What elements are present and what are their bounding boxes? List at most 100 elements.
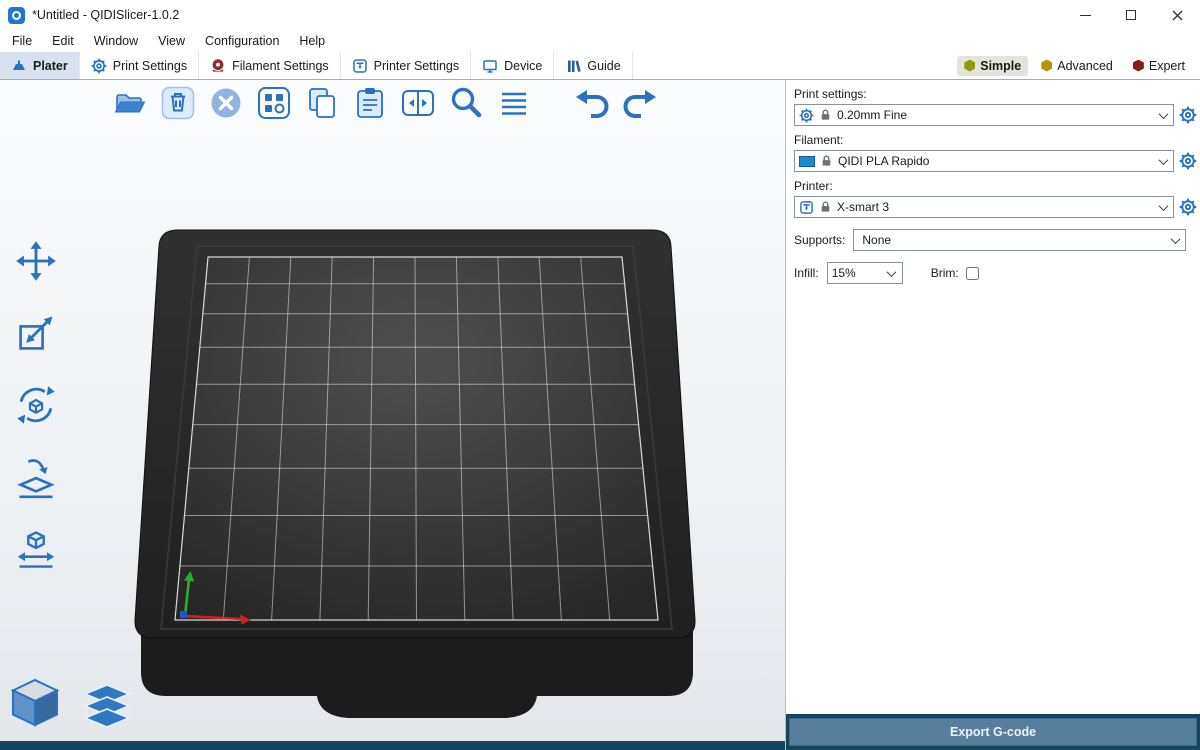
editor-view-button[interactable] [6, 675, 64, 736]
supports-value: None [862, 233, 891, 247]
view-mode-buttons [6, 675, 134, 736]
scale-button[interactable] [8, 307, 64, 359]
arrange-button[interactable] [256, 84, 292, 122]
book-icon [565, 58, 581, 74]
tab-bar: Plater Print Settings Filament Settings … [0, 52, 1200, 80]
window-title: *Untitled - QIDISlicer-1.0.2 [32, 8, 179, 22]
place-on-face-button[interactable] [8, 451, 64, 503]
close-icon [1172, 10, 1183, 21]
menu-file[interactable]: File [2, 34, 42, 48]
paste-button[interactable] [352, 84, 388, 122]
close-button[interactable] [1154, 0, 1200, 30]
split-icon [401, 86, 435, 120]
tab-label: Print Settings [113, 59, 187, 73]
place-on-face-icon [14, 455, 58, 499]
mode-label: Expert [1149, 59, 1185, 73]
tab-plater[interactable]: Plater [0, 52, 80, 79]
delete-all-icon [209, 86, 243, 120]
tab-device[interactable]: Device [471, 52, 554, 79]
undo-button[interactable] [574, 84, 610, 122]
tab-printer-settings[interactable]: Printer Settings [341, 52, 471, 79]
menu-configuration[interactable]: Configuration [195, 34, 289, 48]
open-folder-icon [113, 86, 147, 120]
printer-icon [799, 200, 814, 215]
split-button[interactable] [400, 84, 436, 122]
chevron-down-icon [1158, 155, 1168, 165]
expert-mode-icon [1133, 60, 1144, 72]
print-settings-select[interactable]: 0.20mm Fine [794, 104, 1174, 126]
preview-view-button[interactable] [80, 683, 134, 736]
infill-select[interactable]: 15% [827, 262, 903, 284]
plater-toolbar [112, 84, 658, 122]
menu-edit[interactable]: Edit [42, 34, 84, 48]
export-bar: Export G-code [786, 714, 1200, 750]
dropdown-arrow [1167, 237, 1183, 244]
viewport-3d[interactable] [0, 80, 785, 750]
filament-icon [210, 58, 226, 74]
tab-label: Printer Settings [374, 59, 459, 73]
search-button[interactable] [448, 84, 484, 122]
rotate-button[interactable] [8, 379, 64, 431]
tab-filament-settings[interactable]: Filament Settings [199, 52, 341, 79]
cube-3d-icon [6, 675, 64, 731]
print-settings-value: 0.20mm Fine [837, 108, 907, 122]
tab-label: Plater [33, 59, 68, 73]
printer-gear-button[interactable] [1179, 198, 1197, 216]
tab-guide[interactable]: Guide [554, 52, 632, 79]
search-icon [448, 84, 484, 122]
window-controls [1062, 0, 1200, 30]
move-button[interactable] [8, 235, 64, 287]
delete-all-button[interactable] [208, 84, 244, 122]
printer-icon [352, 58, 368, 74]
chevron-down-icon [1170, 234, 1180, 244]
filament-select[interactable]: QIDI PLA Rapido [794, 150, 1174, 172]
print-settings-label: Print settings: [794, 87, 1192, 101]
lock-icon [819, 200, 832, 214]
advanced-mode-icon [1041, 60, 1052, 72]
layer-lines-icon [497, 86, 531, 120]
undo-icon [574, 86, 610, 120]
redo-button[interactable] [622, 84, 658, 122]
printer-select[interactable]: X-smart 3 [794, 196, 1174, 218]
sidebar: Print settings: 0.20mm Fine Filament: QI… [785, 80, 1200, 750]
monitor-icon [482, 58, 498, 74]
layers-preview-icon [80, 683, 134, 731]
mode-advanced[interactable]: Advanced [1034, 56, 1120, 76]
maximize-icon [1126, 10, 1136, 20]
mode-label: Simple [980, 59, 1021, 73]
size-icon [14, 527, 58, 571]
dropdown-arrow [1155, 158, 1171, 165]
variable-layer-height-button[interactable] [496, 84, 532, 122]
supports-select[interactable]: None [853, 229, 1186, 251]
delete-button[interactable] [160, 84, 196, 122]
export-gcode-button[interactable]: Export G-code [789, 718, 1197, 746]
mode-label: Advanced [1057, 59, 1113, 73]
brim-label: Brim: [931, 266, 959, 280]
tab-label: Device [504, 59, 542, 73]
menu-window[interactable]: Window [84, 34, 148, 48]
filament-label: Filament: [794, 133, 1192, 147]
menu-view[interactable]: View [148, 34, 195, 48]
tab-label: Guide [587, 59, 620, 73]
build-plate [0, 80, 785, 750]
arrange-icon [257, 86, 291, 120]
menu-bar: File Edit Window View Configuration Help [0, 30, 1200, 52]
copy-button[interactable] [304, 84, 340, 122]
open-button[interactable] [112, 84, 148, 122]
infill-value: 15% [832, 266, 856, 280]
filament-gear-button[interactable] [1179, 152, 1197, 170]
brim-checkbox[interactable] [966, 267, 979, 280]
tab-print-settings[interactable]: Print Settings [80, 52, 199, 79]
chevron-down-icon [1158, 109, 1168, 119]
menu-help[interactable]: Help [289, 34, 335, 48]
mode-simple[interactable]: Simple [957, 56, 1028, 76]
minimize-button[interactable] [1062, 0, 1108, 30]
mode-expert[interactable]: Expert [1126, 56, 1192, 76]
plater-icon [11, 58, 27, 74]
chevron-down-icon [887, 267, 897, 277]
size-button[interactable] [8, 523, 64, 575]
gear-icon [91, 58, 107, 74]
print-settings-gear-button[interactable] [1179, 106, 1197, 124]
scale-icon [14, 311, 58, 355]
maximize-button[interactable] [1108, 0, 1154, 30]
